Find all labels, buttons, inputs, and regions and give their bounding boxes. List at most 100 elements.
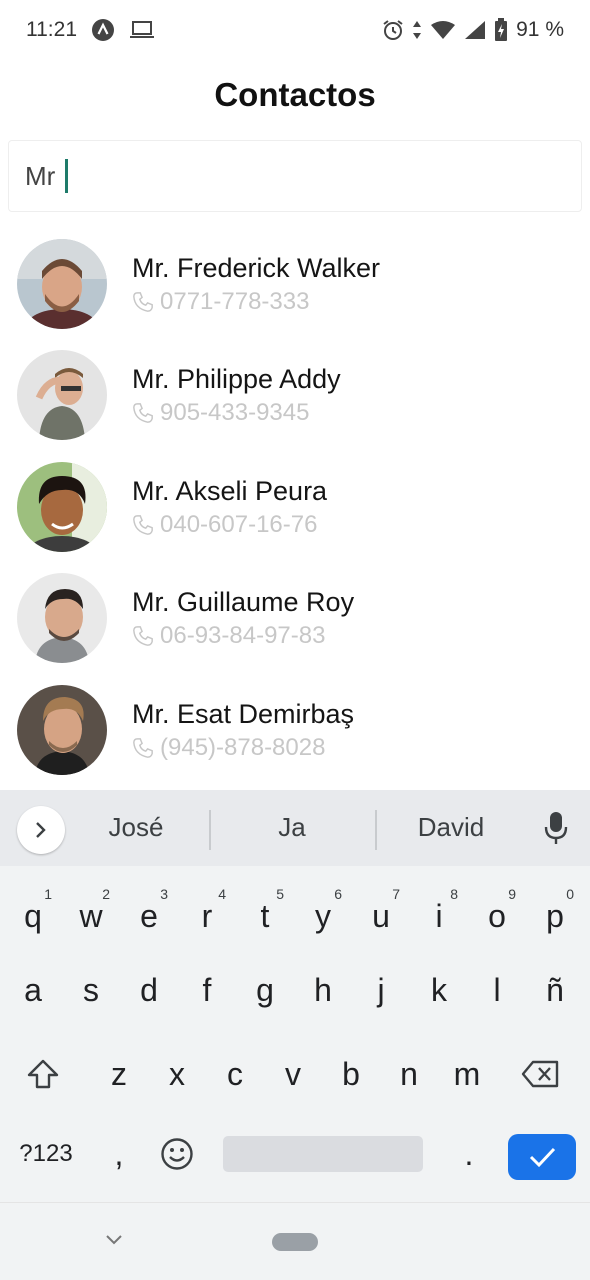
key-x[interactable]: x [148,1034,206,1114]
phone-number: 905-433-9345 [160,399,310,427]
key-comma[interactable]: , [90,1114,148,1194]
battery-charging-icon [494,18,508,42]
contact-name: Mr. Frederick Walker [132,252,381,283]
backspace-key[interactable] [512,1034,570,1114]
key-z[interactable]: z [90,1034,148,1114]
phone-icon [133,403,153,424]
space-bar[interactable] [223,1136,423,1172]
key-b[interactable]: b [322,1034,380,1114]
contact-name: Mr. Guillaume Roy [132,587,355,618]
contact-list: Mr. Frederick Walker 0771-778-333 Mr. Ph… [0,228,590,786]
suggestion-2[interactable]: Ja [240,812,344,843]
contact-name: Mr. Philippe Addy [132,364,341,395]
phone-number: 040-607-16-76 [160,510,318,538]
key-n-tilde[interactable]: ñ [526,950,584,1030]
expand-toolbar-button[interactable] [17,806,65,854]
checkmark-icon [529,1147,556,1168]
key-u[interactable]: u7 [352,876,410,956]
phone-icon [133,626,153,647]
phone-icon [133,514,153,535]
avatar [17,573,107,664]
chevron-right-icon [36,822,46,838]
suggestion-1[interactable]: José [84,812,188,843]
contact-phone: (945)-878-8028 [132,734,354,762]
emoji-key[interactable] [148,1114,206,1194]
status-bar: 11:21 91 % [0,0,590,60]
shift-key[interactable] [14,1034,72,1114]
microphone-icon[interactable] [543,810,569,851]
shift-icon [27,1059,59,1089]
contact-item[interactable]: Mr. Guillaume Roy 06-93-84-97-83 [0,563,590,675]
chevron-down-icon[interactable] [104,1233,124,1252]
key-t[interactable]: t5 [236,876,294,956]
key-a[interactable]: a [4,950,62,1030]
key-row-4: ?123 , . [0,1114,590,1194]
key-r[interactable]: r4 [178,876,236,956]
divider [209,810,211,850]
key-p[interactable]: p0 [526,876,584,956]
phone-number: 06-93-84-97-83 [160,622,326,650]
key-w[interactable]: w2 [62,876,120,956]
key-j[interactable]: j [352,950,410,1030]
contact-phone: 040-607-16-76 [132,511,327,539]
phone-number: (945)-878-8028 [160,733,326,761]
enter-key[interactable] [508,1134,576,1180]
home-pill[interactable] [272,1233,318,1251]
key-e[interactable]: e3 [120,876,178,956]
contact-item[interactable]: Mr. Frederick Walker 0771-778-333 [0,228,590,340]
key-period[interactable]: . [440,1114,498,1194]
avatar [17,350,107,441]
phone-number: 0771-778-333 [160,287,310,315]
key-m[interactable]: m [438,1034,496,1114]
page-title: Contactos [214,76,376,113]
navigation-bar [0,1202,590,1280]
data-arrows-icon [412,19,422,41]
contact-phone: 0771-778-333 [132,288,380,316]
laptop-icon [129,19,155,41]
avatar [17,238,107,329]
key-o[interactable]: o9 [468,876,526,956]
contact-phone: 905-433-9345 [132,399,341,427]
phone-icon [133,737,153,758]
key-y[interactable]: y6 [294,876,352,956]
phone-icon [133,291,153,312]
search-box[interactable] [8,140,582,212]
status-time: 11:21 [26,18,77,41]
battery-percentage: 91 % [516,18,564,41]
signal-icon [464,20,486,40]
avatar [17,461,107,552]
text-cursor [65,159,68,193]
key-i[interactable]: i8 [410,876,468,956]
contact-item[interactable]: Mr. Akseli Peura 040-607-16-76 [0,451,590,563]
key-row-2: a s d f g h j k l ñ [0,950,590,1030]
key-row-3: z x c v b n m [0,1034,590,1114]
search-input[interactable] [25,160,65,192]
suggestion-3[interactable]: David [398,812,504,843]
suggestion-bar: José Ja David [0,790,590,866]
wifi-icon [430,20,456,40]
divider [375,810,377,850]
contact-name: Mr. Akseli Peura [132,475,328,506]
contact-name: Mr. Esat Demirbaş [132,698,355,729]
key-d[interactable]: d [120,950,178,1030]
notification-a-icon [91,18,115,42]
emoji-icon [161,1138,193,1170]
keyboard: José Ja David q1 w2 e3 r4 t5 y6 u7 i8 o9… [0,790,590,1202]
key-f[interactable]: f [178,950,236,1030]
key-k[interactable]: k [410,950,468,1030]
key-h[interactable]: h [294,950,352,1030]
contact-phone: 06-93-84-97-83 [132,622,354,650]
key-l[interactable]: l [468,950,526,1030]
key-s[interactable]: s [62,950,120,1030]
key-g[interactable]: g [236,950,294,1030]
key-c[interactable]: c [206,1034,264,1114]
key-v[interactable]: v [264,1034,322,1114]
contact-item[interactable]: Mr. Esat Demirbaş (945)-878-8028 [0,674,590,786]
symbols-key[interactable]: ?123 [6,1114,86,1194]
alarm-icon [382,19,404,41]
key-n[interactable]: n [380,1034,438,1114]
key-q[interactable]: q1 [4,876,62,956]
contact-item[interactable]: Mr. Philippe Addy 905-433-9345 [0,340,590,452]
key-row-1: q1 w2 e3 r4 t5 y6 u7 i8 o9 p0 [0,876,590,956]
backspace-icon [521,1060,559,1088]
